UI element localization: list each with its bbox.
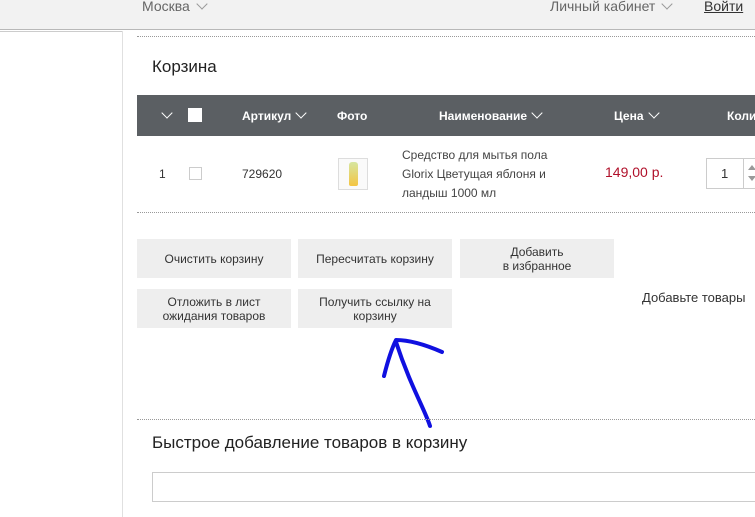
- row-index: 1: [159, 167, 166, 181]
- recalculate-cart-button[interactable]: Пересчитать корзину: [298, 239, 452, 278]
- get-cart-link-button[interactable]: Получить ссылку на корзину: [298, 289, 452, 328]
- sort-name[interactable]: Наименование: [439, 107, 543, 123]
- header-article-label: Артикул: [242, 109, 292, 123]
- bottle-image: [349, 162, 358, 186]
- header-price-label: Цена: [614, 109, 644, 123]
- increment-icon[interactable]: [748, 165, 755, 170]
- clear-cart-button[interactable]: Очистить корзину: [137, 239, 291, 278]
- top-bar: Москва Личный кабинет Войти: [0, 0, 755, 30]
- chevron-down-icon: [661, 0, 673, 10]
- section-dotted-divider: [137, 419, 755, 420]
- stepper-controls: [743, 158, 755, 189]
- table-row: 1 729620 Средство для мытья пола Glorix …: [137, 136, 755, 212]
- chevron-down-icon: [295, 107, 307, 119]
- add-to-favorites-button[interactable]: Добавить в избранное: [460, 239, 614, 278]
- chevron-down-icon: [196, 0, 208, 10]
- city-label: Москва: [142, 0, 190, 14]
- row-article: 729620: [242, 167, 283, 181]
- add-products-note: Добавьте товары: [642, 290, 746, 305]
- quantity-value: 1: [721, 166, 729, 181]
- product-price: 149,00 р.: [605, 164, 664, 180]
- login-link[interactable]: Войти: [704, 0, 743, 14]
- left-divider: [0, 31, 122, 32]
- collapse-toggle[interactable]: [157, 107, 173, 123]
- annotation-arrow: [382, 338, 444, 428]
- sort-article[interactable]: Артикул: [242, 107, 307, 123]
- chevron-down-icon: [161, 107, 173, 119]
- sort-price[interactable]: Цена: [614, 107, 660, 123]
- product-name[interactable]: Средство для мытья пола Glorix Цветущая …: [402, 146, 562, 203]
- waitlist-button[interactable]: Отложить в лист ожидания товаров: [137, 289, 291, 328]
- cart-title: Корзина: [152, 57, 217, 76]
- account-label: Личный кабинет: [550, 0, 656, 14]
- select-all-checkbox[interactable]: [188, 108, 202, 122]
- city-selector[interactable]: Москва: [142, 0, 208, 14]
- decrement-icon[interactable]: [748, 176, 755, 181]
- quick-add-title: Быстрое добавление товаров в корзину: [152, 433, 468, 452]
- header-photo-label: Фото: [337, 109, 368, 123]
- product-photo[interactable]: [338, 158, 368, 190]
- header-name-label: Наименование: [439, 109, 528, 123]
- quick-add-input[interactable]: [152, 472, 755, 502]
- content-divider: [122, 31, 123, 517]
- top-dotted-divider: [137, 36, 755, 37]
- chevron-down-icon: [647, 107, 660, 119]
- account-menu[interactable]: Личный кабинет: [550, 0, 673, 14]
- row-dotted-divider: [137, 212, 755, 213]
- quantity-stepper[interactable]: 1: [706, 158, 755, 189]
- header-quantity-label: Количест: [727, 109, 755, 123]
- row-checkbox[interactable]: [189, 167, 202, 180]
- chevron-down-icon: [531, 107, 543, 119]
- cart-table-header: Артикул Фото Наименование Цена Количест: [137, 95, 755, 136]
